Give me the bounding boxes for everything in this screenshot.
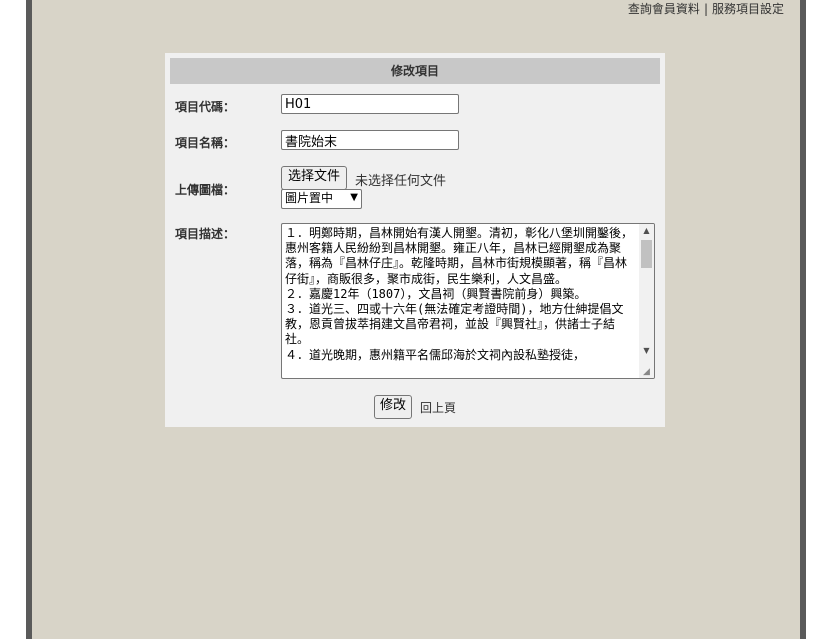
scroll-thumb[interactable] — [641, 240, 652, 268]
code-label: 項目代碼： — [175, 100, 236, 114]
back-link[interactable]: 回上頁 — [420, 399, 456, 416]
description-label: 項目描述： — [175, 227, 236, 241]
name-input[interactable] — [281, 130, 459, 150]
arrow-up-icon[interactable]: ▲ — [639, 224, 654, 238]
description-textarea[interactable]: １．明鄭時期，昌林開始有漢人開墾。清初，彰化八堡圳開鑿後，惠州客籍人民紛紛到昌林… — [281, 223, 655, 379]
service-settings-link[interactable]: 服務項目設定 — [712, 2, 784, 16]
top-nav: 查詢會員資料 | 服務項目設定 — [628, 0, 784, 17]
panel-title: 修改項目 — [170, 58, 660, 84]
description-text: １．明鄭時期，昌林開始有漢人開墾。清初，彰化八堡圳開鑿後，惠州客籍人民紛紛到昌林… — [285, 226, 634, 362]
query-member-link[interactable]: 查詢會員資料 — [628, 2, 700, 16]
arrow-down-icon[interactable]: ▼ — [639, 344, 654, 358]
upload-label: 上傳圖檔： — [175, 183, 236, 197]
right-margin — [806, 0, 821, 639]
textarea-scrollbar[interactable]: ▲ ▼ — [639, 224, 654, 378]
image-position-select[interactable]: 圖片置中 ▼ — [281, 189, 362, 209]
edit-item-panel: 修改項目 項目代碼： 項目名稱： 上傳圖檔： 选择文件 未选择任何文件 圖片置中… — [165, 53, 665, 427]
submit-button[interactable]: 修改 — [374, 395, 413, 419]
code-input[interactable] — [281, 94, 459, 114]
image-position-value: 圖片置中 — [285, 191, 334, 205]
file-status: 未选择任何文件 — [355, 174, 447, 189]
left-margin — [0, 0, 26, 639]
chevron-down-icon: ▼ — [350, 192, 358, 203]
name-label: 項目名稱： — [175, 136, 236, 150]
choose-file-button[interactable]: 选择文件 — [281, 166, 348, 190]
resize-grip-icon[interactable]: ◢ — [643, 367, 653, 377]
nav-separator: | — [703, 2, 708, 16]
